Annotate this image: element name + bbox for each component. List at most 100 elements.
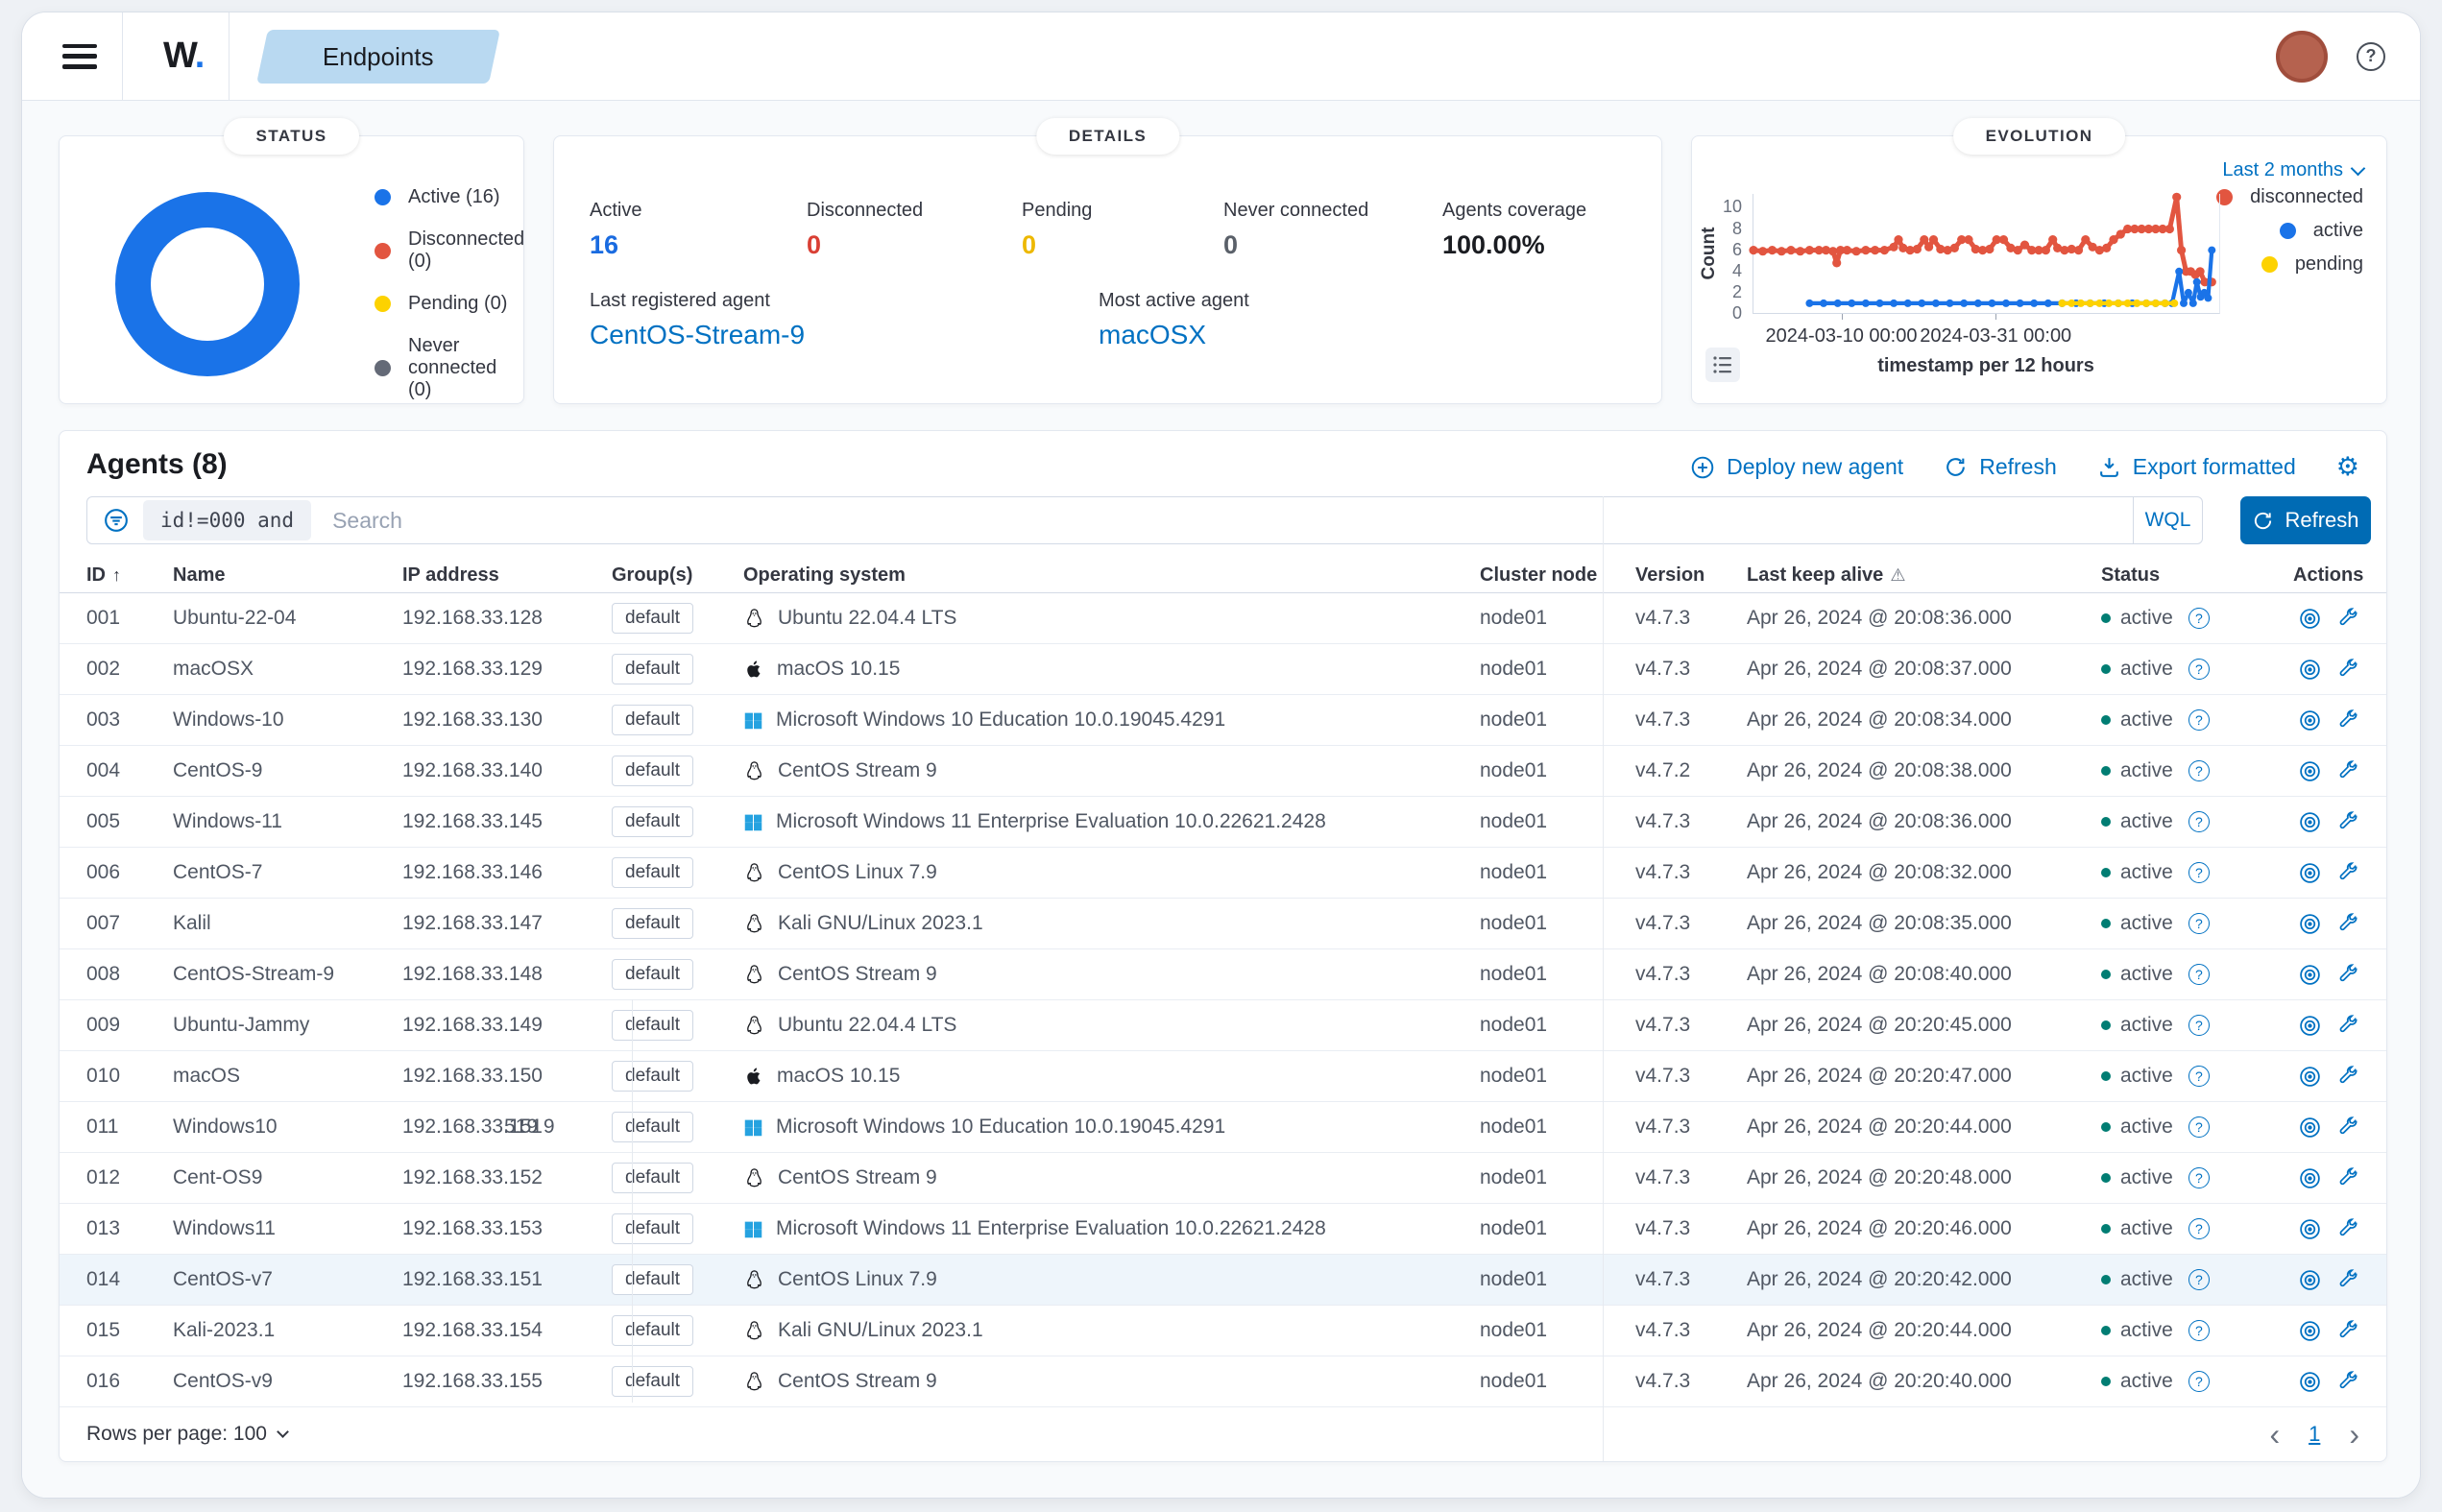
status-help-icon[interactable]: ?: [2188, 760, 2210, 781]
status-help-icon[interactable]: ?: [2188, 659, 2210, 680]
agent-name-cell[interactable]: Windows-10: [173, 708, 402, 732]
agent-name-cell[interactable]: macOS: [173, 1065, 402, 1088]
table-row[interactable]: 007Kalil192.168.33.147defaultKali GNU/Li…: [60, 899, 2386, 949]
group-chip[interactable]: default: [612, 908, 693, 939]
group-chip[interactable]: default: [612, 1264, 693, 1295]
table-row[interactable]: 015Kali-2023.1192.168.33.154defaultKali …: [60, 1306, 2386, 1356]
view-agent-icon[interactable]: [2298, 759, 2322, 783]
agent-name-cell[interactable]: CentOS-9: [173, 759, 402, 782]
group-chip[interactable]: default: [612, 1112, 693, 1142]
agent-name-cell[interactable]: Kali-2023.1: [173, 1319, 402, 1342]
group-chip[interactable]: default: [612, 654, 693, 684]
table-row[interactable]: 006CentOS-7192.168.33.146defaultCentOS L…: [60, 848, 2386, 899]
most-active-agent-link[interactable]: macOSX: [1099, 320, 1608, 350]
page-number[interactable]: 1: [2309, 1422, 2320, 1447]
view-agent-icon[interactable]: [2298, 1370, 2322, 1394]
group-chip[interactable]: default: [612, 959, 693, 990]
group-chip[interactable]: default: [612, 1213, 693, 1244]
configure-agent-icon[interactable]: [2337, 810, 2359, 834]
avatar[interactable]: [2276, 31, 2328, 83]
configure-agent-icon[interactable]: [2337, 1014, 2359, 1038]
agent-name-cell[interactable]: CentOS-Stream-9: [173, 963, 402, 986]
status-help-icon[interactable]: ?: [2188, 1015, 2210, 1036]
prev-page-button[interactable]: ‹: [2269, 1419, 2280, 1450]
agent-name-cell[interactable]: Ubuntu-22-04: [173, 607, 402, 630]
filter-icon[interactable]: [103, 507, 130, 534]
configure-agent-icon[interactable]: [2337, 1370, 2359, 1394]
next-page-button[interactable]: ›: [2349, 1419, 2359, 1450]
status-help-icon[interactable]: ?: [2188, 709, 2210, 731]
configure-agent-icon[interactable]: [2337, 1065, 2359, 1089]
agent-name-cell[interactable]: Windows10: [173, 1116, 402, 1139]
table-row[interactable]: 002macOSX192.168.33.129defaultmacOS 10.1…: [60, 644, 2386, 695]
group-chip[interactable]: default: [612, 1315, 693, 1346]
legend-item-pending[interactable]: pending: [2261, 253, 2363, 276]
rows-per-page-select[interactable]: Rows per page: 100: [86, 1423, 287, 1446]
column-header-name[interactable]: Name: [173, 564, 402, 587]
group-chip[interactable]: default: [612, 1061, 693, 1092]
status-help-icon[interactable]: ?: [2188, 1116, 2210, 1138]
legend-item-active[interactable]: active: [2280, 220, 2363, 242]
view-agent-icon[interactable]: [2298, 1166, 2322, 1190]
column-header-os[interactable]: Operating system: [743, 564, 1480, 587]
column-header-id[interactable]: ID↑: [86, 564, 173, 587]
group-chip[interactable]: default: [612, 806, 693, 837]
column-header-status[interactable]: Status: [2101, 564, 2293, 587]
search-input[interactable]: [332, 508, 2133, 534]
agent-name-cell[interactable]: Cent-OS9: [173, 1166, 402, 1189]
export-formatted-button[interactable]: Export formatted: [2097, 454, 2296, 480]
group-chip[interactable]: default: [612, 1366, 693, 1397]
table-row[interactable]: 008CentOS-Stream-9192.168.33.148defaultC…: [60, 949, 2386, 1000]
status-help-icon[interactable]: ?: [2188, 811, 2210, 832]
configure-agent-icon[interactable]: [2337, 1268, 2359, 1292]
agent-name-cell[interactable]: Kalil: [173, 912, 402, 935]
menu-icon[interactable]: [62, 44, 97, 69]
group-chip[interactable]: default: [612, 1163, 693, 1193]
status-help-icon[interactable]: ?: [2188, 862, 2210, 883]
view-agent-icon[interactable]: [2298, 861, 2322, 885]
gear-icon[interactable]: ⚙: [2336, 454, 2359, 480]
agent-name-cell[interactable]: Windows11: [173, 1217, 402, 1240]
status-help-icon[interactable]: ?: [2188, 1167, 2210, 1188]
breadcrumb[interactable]: Endpoints: [256, 30, 500, 84]
legend-list-icon[interactable]: [1705, 348, 1740, 382]
deploy-new-agent-button[interactable]: Deploy new agent: [1690, 454, 1903, 480]
agent-name-cell[interactable]: macOSX: [173, 658, 402, 681]
configure-agent-icon[interactable]: [2337, 1116, 2359, 1140]
view-agent-icon[interactable]: [2298, 658, 2322, 682]
table-row[interactable]: 004CentOS-9192.168.33.140defaultCentOS S…: [60, 746, 2386, 797]
refresh-button[interactable]: Refresh: [1944, 454, 2057, 480]
status-help-icon[interactable]: ?: [2188, 1066, 2210, 1087]
table-row[interactable]: 014CentOS-v7192.168.33.151defaultCentOS …: [60, 1255, 2386, 1306]
wql-button[interactable]: WQL: [2133, 497, 2202, 543]
agent-name-cell[interactable]: CentOS-7: [173, 861, 402, 884]
view-agent-icon[interactable]: [2298, 810, 2322, 834]
status-help-icon[interactable]: ?: [2188, 1218, 2210, 1239]
configure-agent-icon[interactable]: [2337, 708, 2359, 732]
view-agent-icon[interactable]: [2298, 708, 2322, 732]
column-header-groups[interactable]: Group(s): [612, 564, 743, 587]
wazuh-logo[interactable]: W.: [163, 36, 204, 77]
last-registered-agent-link[interactable]: CentOS-Stream-9: [590, 320, 1099, 350]
configure-agent-icon[interactable]: [2337, 963, 2359, 987]
query-chip[interactable]: id!=000 and: [143, 500, 311, 540]
column-header-ip[interactable]: IP address: [402, 564, 612, 587]
status-help-icon[interactable]: ?: [2188, 1269, 2210, 1290]
configure-agent-icon[interactable]: [2337, 759, 2359, 783]
column-header-cluster-node[interactable]: Cluster node: [1480, 564, 1635, 587]
group-chip[interactable]: default: [612, 857, 693, 888]
configure-agent-icon[interactable]: [2337, 1319, 2359, 1343]
status-help-icon[interactable]: ?: [2188, 964, 2210, 985]
configure-agent-icon[interactable]: [2337, 861, 2359, 885]
status-help-icon[interactable]: ?: [2188, 913, 2210, 934]
legend-item-disconnected[interactable]: disconnected: [2216, 186, 2363, 208]
table-row[interactable]: 016CentOS-v9192.168.33.155defaultCentOS …: [60, 1356, 2386, 1407]
view-agent-icon[interactable]: [2298, 1065, 2322, 1089]
group-chip[interactable]: default: [612, 1010, 693, 1041]
configure-agent-icon[interactable]: [2337, 912, 2359, 936]
view-agent-icon[interactable]: [2298, 963, 2322, 987]
status-help-icon[interactable]: ?: [2188, 608, 2210, 629]
view-agent-icon[interactable]: [2298, 1014, 2322, 1038]
status-help-icon[interactable]: ?: [2188, 1320, 2210, 1341]
view-agent-icon[interactable]: [2298, 1217, 2322, 1241]
